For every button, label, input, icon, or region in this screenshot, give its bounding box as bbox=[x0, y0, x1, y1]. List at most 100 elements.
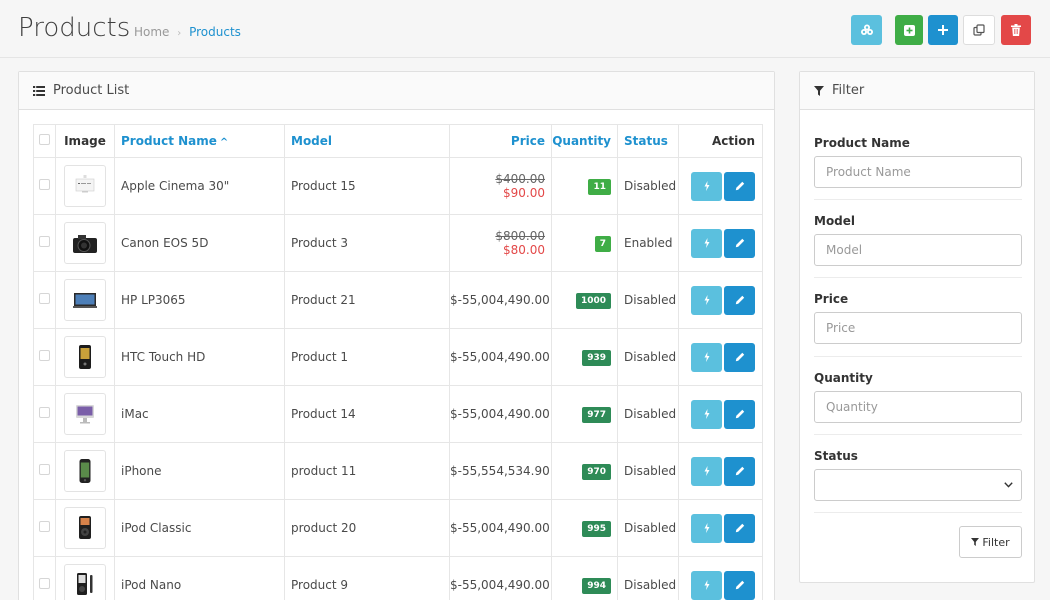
row-checkbox[interactable] bbox=[39, 407, 50, 418]
pencil-icon bbox=[735, 409, 744, 419]
product-name-sort-link[interactable]: Product Name bbox=[121, 134, 217, 148]
variant-button[interactable] bbox=[691, 570, 722, 600]
status-cell: Disabled bbox=[617, 385, 679, 443]
product-image-cell bbox=[55, 157, 115, 215]
action-cell bbox=[678, 556, 763, 600]
status-column-header[interactable]: Status bbox=[617, 124, 679, 158]
variant-button[interactable] bbox=[691, 456, 722, 486]
model-cell: Product 14 bbox=[284, 385, 450, 443]
quantity-badge: 995 bbox=[582, 520, 611, 537]
quantity-column-header[interactable]: Quantity bbox=[551, 124, 618, 158]
status-select[interactable] bbox=[814, 469, 1022, 501]
bolt-icon bbox=[704, 580, 709, 590]
edit-button[interactable] bbox=[724, 228, 755, 258]
divider bbox=[814, 356, 1022, 357]
table-row: Apple Cinema 30" Product 15 $400.00 $90.… bbox=[33, 157, 763, 215]
model-column-header[interactable]: Model bbox=[284, 124, 450, 158]
variant-button[interactable] bbox=[691, 399, 722, 429]
price-cell: $-55,004,490.00 bbox=[449, 499, 552, 557]
product-list-panel: Product List Image Product Name ^ Model P… bbox=[18, 71, 775, 600]
model-input[interactable] bbox=[814, 234, 1022, 266]
sort-asc-icon: ^ bbox=[219, 137, 229, 148]
variant-button[interactable] bbox=[691, 171, 722, 201]
action-cell bbox=[678, 214, 763, 272]
edit-button[interactable] bbox=[724, 171, 755, 201]
bolt-icon bbox=[704, 466, 709, 476]
row-select-cell bbox=[33, 214, 56, 272]
filter-heading: Filter bbox=[800, 72, 1034, 110]
product-name-cell: Apple Cinema 30" bbox=[114, 157, 285, 215]
quantity-cell: 977 bbox=[551, 385, 618, 443]
edit-button[interactable] bbox=[724, 570, 755, 600]
delete-button[interactable] bbox=[1001, 15, 1031, 45]
variant-button[interactable] bbox=[691, 342, 722, 372]
price-original: $400.00 bbox=[495, 172, 545, 186]
quantity-input[interactable] bbox=[814, 391, 1022, 423]
filter-button[interactable]: Filter bbox=[959, 526, 1022, 558]
model-cell: product 11 bbox=[284, 442, 450, 500]
product-name-column-header[interactable]: Product Name ^ bbox=[114, 124, 285, 158]
status-cell: Enabled bbox=[617, 214, 679, 272]
image-column-header: Image bbox=[55, 124, 115, 158]
row-checkbox[interactable] bbox=[39, 464, 50, 475]
edit-button[interactable] bbox=[724, 342, 755, 372]
row-checkbox[interactable] bbox=[39, 521, 50, 532]
chevron-down-icon bbox=[1004, 482, 1013, 488]
edit-button[interactable] bbox=[724, 456, 755, 486]
row-checkbox[interactable] bbox=[39, 236, 50, 247]
price-cell: $-55,004,490.00 bbox=[449, 385, 552, 443]
price-group: Price bbox=[814, 292, 1022, 344]
status-cell: Disabled bbox=[617, 271, 679, 329]
status-cell: Disabled bbox=[617, 442, 679, 500]
quantity-badge: 1000 bbox=[575, 292, 611, 309]
product-thumbnail bbox=[64, 507, 106, 549]
batch-button[interactable] bbox=[851, 15, 882, 45]
bolt-icon bbox=[704, 352, 709, 362]
price-cell: $400.00 $90.00 bbox=[449, 157, 552, 215]
product-name-group: Product Name bbox=[814, 136, 1022, 188]
product-name-input[interactable] bbox=[814, 156, 1022, 188]
new-product-button[interactable] bbox=[928, 15, 958, 45]
quantity-badge: 11 bbox=[588, 178, 611, 195]
product-image-cell bbox=[55, 385, 115, 443]
variant-button[interactable] bbox=[691, 228, 722, 258]
pencil-icon bbox=[735, 238, 744, 248]
row-checkbox[interactable] bbox=[39, 578, 50, 589]
add-product-button[interactable] bbox=[895, 15, 923, 45]
variant-button[interactable] bbox=[691, 285, 722, 315]
price-input[interactable] bbox=[814, 312, 1022, 344]
price-original: $800.00 bbox=[495, 229, 545, 243]
quantity-cell: 994 bbox=[551, 556, 618, 600]
breadcrumb-current[interactable]: Products bbox=[189, 25, 241, 39]
breadcrumb-home[interactable]: Home bbox=[134, 25, 169, 39]
table-row: iPod Classic product 20 $-55,004,490.00 … bbox=[33, 499, 763, 557]
page-title: Products bbox=[18, 13, 131, 43]
action-cell bbox=[678, 328, 763, 386]
row-checkbox[interactable] bbox=[39, 350, 50, 361]
filter-button-label: Filter bbox=[982, 535, 1010, 549]
edit-button[interactable] bbox=[724, 513, 755, 543]
select-all-checkbox[interactable] bbox=[39, 134, 50, 145]
edit-button[interactable] bbox=[724, 285, 755, 315]
edit-button[interactable] bbox=[724, 399, 755, 429]
table-row: Canon EOS 5D Product 3 $800.00 $80.00 7 … bbox=[33, 214, 763, 272]
action-cell bbox=[678, 442, 763, 500]
product-image-cell bbox=[55, 328, 115, 386]
canon-eos-image bbox=[73, 235, 97, 253]
quantity-group: Quantity bbox=[814, 371, 1022, 423]
product-table: Image Product Name ^ Model Price Quantity… bbox=[33, 124, 763, 600]
price-column-header[interactable]: Price bbox=[449, 124, 552, 158]
product-name-cell: Canon EOS 5D bbox=[114, 214, 285, 272]
product-thumbnail bbox=[64, 222, 106, 264]
action-column-header: Action bbox=[678, 124, 763, 158]
cubes-icon bbox=[860, 24, 873, 35]
product-thumbnail bbox=[64, 564, 106, 600]
variant-button[interactable] bbox=[691, 513, 722, 543]
copy-button[interactable] bbox=[963, 15, 995, 45]
row-checkbox[interactable] bbox=[39, 179, 50, 190]
row-checkbox[interactable] bbox=[39, 293, 50, 304]
table-row: HTC Touch HD Product 1 $-55,004,490.00 9… bbox=[33, 328, 763, 386]
row-select-cell bbox=[33, 328, 56, 386]
quantity-badge: 970 bbox=[582, 463, 611, 480]
bolt-icon bbox=[704, 238, 709, 248]
